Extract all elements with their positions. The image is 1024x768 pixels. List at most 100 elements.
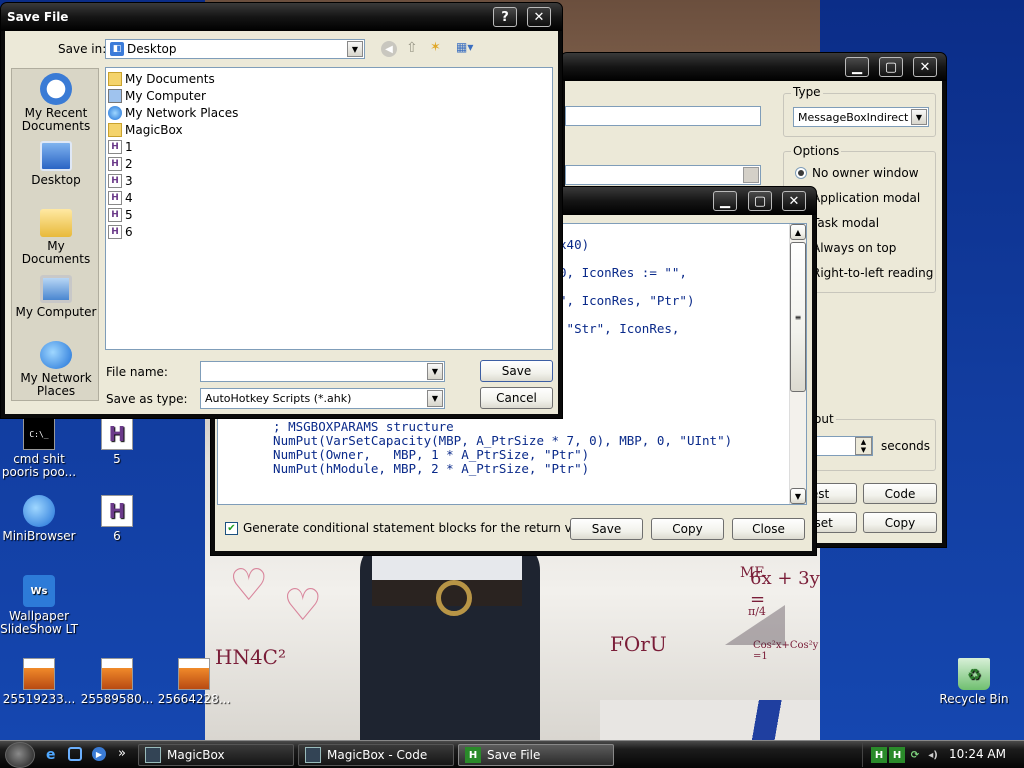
task-label: MagicBox xyxy=(167,748,225,762)
new-folder-icon[interactable]: ✶ xyxy=(430,40,441,55)
update-tray-icon[interactable]: ⟳ xyxy=(907,747,923,763)
recent-documents-icon xyxy=(40,73,72,105)
place-network-places[interactable]: My Network Places xyxy=(12,341,100,398)
desktop-icon-label: cmd shit pooris poo... xyxy=(1,452,77,479)
desktop-icon-cmd[interactable]: C:\_ cmd shit pooris poo... xyxy=(0,418,81,479)
explorer-icon[interactable] xyxy=(68,747,82,761)
task-magicbox-code[interactable]: MagicBox - Code xyxy=(298,744,454,766)
close-button[interactable]: ✕ xyxy=(527,7,551,27)
back-icon[interactable]: ◀ xyxy=(381,41,397,57)
option-label: Task modal xyxy=(812,216,880,230)
place-recent-documents[interactable]: My Recent Documents xyxy=(12,73,100,133)
maximize-button[interactable]: ▢ xyxy=(879,57,903,77)
dialog-save-button[interactable]: Save xyxy=(480,360,553,382)
text-input[interactable] xyxy=(565,165,761,185)
desktop-icon-minibrowser[interactable]: MiniBrowser xyxy=(0,495,81,543)
ahk-tray-icon[interactable]: H xyxy=(871,747,887,763)
save-in-select[interactable]: ◧ Desktop ▼ xyxy=(105,39,365,59)
minimize-button[interactable]: ▁ xyxy=(845,57,869,77)
code-line: NumPut(Owner, MBP, 1 * A_PtrSize, "Ptr") xyxy=(258,447,590,462)
up-folder-icon[interactable]: ⇧ xyxy=(406,40,418,56)
view-menu-icon[interactable]: ▦▾ xyxy=(456,40,473,54)
type-select[interactable]: MessageBoxIndirect ▼ xyxy=(793,107,929,127)
task-save-file[interactable]: H Save File xyxy=(458,744,614,766)
photo-buckle xyxy=(436,580,472,616)
place-label: My Network Places xyxy=(20,371,92,398)
scroll-thumb[interactable]: ≡ xyxy=(790,242,806,392)
browser-icon xyxy=(23,495,55,527)
heart-drawing: ♡ xyxy=(229,560,269,611)
generate-blocks-option[interactable]: ✔ Generate conditional statement blocks … xyxy=(225,521,597,535)
list-item[interactable]: H 3 xyxy=(108,172,550,189)
place-my-documents[interactable]: My Documents xyxy=(12,209,100,266)
ahk-file-icon: H xyxy=(108,156,122,171)
ahk-script-icon: H xyxy=(101,418,133,450)
start-button[interactable] xyxy=(5,742,35,768)
ahk-tray-icon[interactable]: H xyxy=(889,747,905,763)
desktop-icon-5[interactable]: H 5 xyxy=(75,418,159,466)
cmd-icon: C:\_ xyxy=(23,418,55,450)
image-file-icon xyxy=(178,658,210,690)
list-item[interactable]: My Network Places xyxy=(108,104,550,121)
vertical-scrollbar[interactable]: ▲ ≡ ▼ xyxy=(789,224,806,504)
close-button-text[interactable]: Close xyxy=(732,518,805,540)
list-item[interactable]: H 5 xyxy=(108,206,550,223)
code-line: NumPut(VarSetCapacity(MBP, A_PtrSize * 7… xyxy=(258,433,733,448)
file-name-input[interactable]: ▼ xyxy=(200,361,445,382)
close-button[interactable]: ✕ xyxy=(782,191,806,211)
list-item[interactable]: H 6 xyxy=(108,223,550,240)
list-item[interactable]: H 4 xyxy=(108,189,550,206)
photo-floor xyxy=(600,700,820,740)
folder-icon xyxy=(108,122,122,137)
seconds-label: seconds xyxy=(881,439,931,453)
chevron-down-icon: ▼ xyxy=(911,109,927,125)
desktop-icon-recycle-bin[interactable]: ♻ Recycle Bin xyxy=(932,658,1016,706)
desktop-icon-image-1[interactable]: 25519233... xyxy=(0,658,81,706)
copy-button[interactable]: Copy xyxy=(651,518,724,540)
browse-button[interactable] xyxy=(743,167,759,183)
option-no-owner[interactable]: No owner window xyxy=(795,166,919,180)
maximize-button[interactable]: ▢ xyxy=(748,191,772,211)
my-computer-icon xyxy=(40,275,72,303)
place-my-computer[interactable]: My Computer xyxy=(12,275,100,319)
scroll-up-icon[interactable]: ▲ xyxy=(790,224,806,240)
save-dialog-title-bar[interactable]: Save File xyxy=(1,3,562,31)
save-button[interactable]: Save xyxy=(570,518,643,540)
desktop-icon-image-3[interactable]: 25664228... xyxy=(152,658,236,706)
task-magicbox[interactable]: MagicBox xyxy=(138,744,294,766)
checkbox-checked-icon[interactable]: ✔ xyxy=(225,521,238,535)
title-input[interactable] xyxy=(565,106,761,126)
radio-selected[interactable] xyxy=(795,167,807,179)
copy-button[interactable]: Copy xyxy=(863,512,937,533)
help-button[interactable]: ? xyxy=(493,7,517,27)
timeout-spinner[interactable]: ▲ ▼ xyxy=(855,437,872,455)
code-button[interactable]: Code xyxy=(863,483,937,504)
save-as-type-label: Save as type: xyxy=(106,392,188,406)
media-player-icon[interactable]: ▶ xyxy=(92,747,106,761)
scroll-down-icon[interactable]: ▼ xyxy=(790,488,806,504)
image-file-icon xyxy=(101,658,133,690)
quicklaunch-overflow-icon[interactable]: » xyxy=(118,746,126,761)
save-as-type-select[interactable]: AutoHotkey Scripts (*.ahk) ▼ xyxy=(200,388,445,409)
volume-tray-icon[interactable]: ◂) xyxy=(925,747,941,763)
file-list[interactable]: My Documents My Computer My Network Plac… xyxy=(105,67,553,350)
dialog-cancel-button[interactable]: Cancel xyxy=(480,387,553,409)
list-item[interactable]: H 2 xyxy=(108,155,550,172)
place-desktop[interactable]: Desktop xyxy=(12,141,100,187)
recycle-bin-icon: ♻ xyxy=(958,658,990,690)
file-name: 6 xyxy=(125,224,133,239)
file-name: 4 xyxy=(125,190,133,205)
ahk-file-icon: H xyxy=(108,173,122,188)
ie-icon[interactable]: e xyxy=(46,747,56,763)
desktop-icon-6[interactable]: H 6 xyxy=(75,495,159,543)
list-item[interactable]: MagicBox xyxy=(108,121,550,138)
list-item[interactable]: My Documents xyxy=(108,70,550,87)
file-name: MagicBox xyxy=(125,122,183,137)
desktop-icon-wallpaper-slideshow[interactable]: Ws Wallpaper SlideShow LT xyxy=(0,575,81,636)
close-button[interactable]: ✕ xyxy=(913,57,937,77)
desktop-icon-image-2[interactable]: 25589580... xyxy=(75,658,159,706)
desktop-icon-label: 25589580... xyxy=(80,692,154,706)
list-item[interactable]: H 1 xyxy=(108,138,550,155)
minimize-button[interactable]: ▁ xyxy=(713,191,737,211)
list-item[interactable]: My Computer xyxy=(108,87,550,104)
